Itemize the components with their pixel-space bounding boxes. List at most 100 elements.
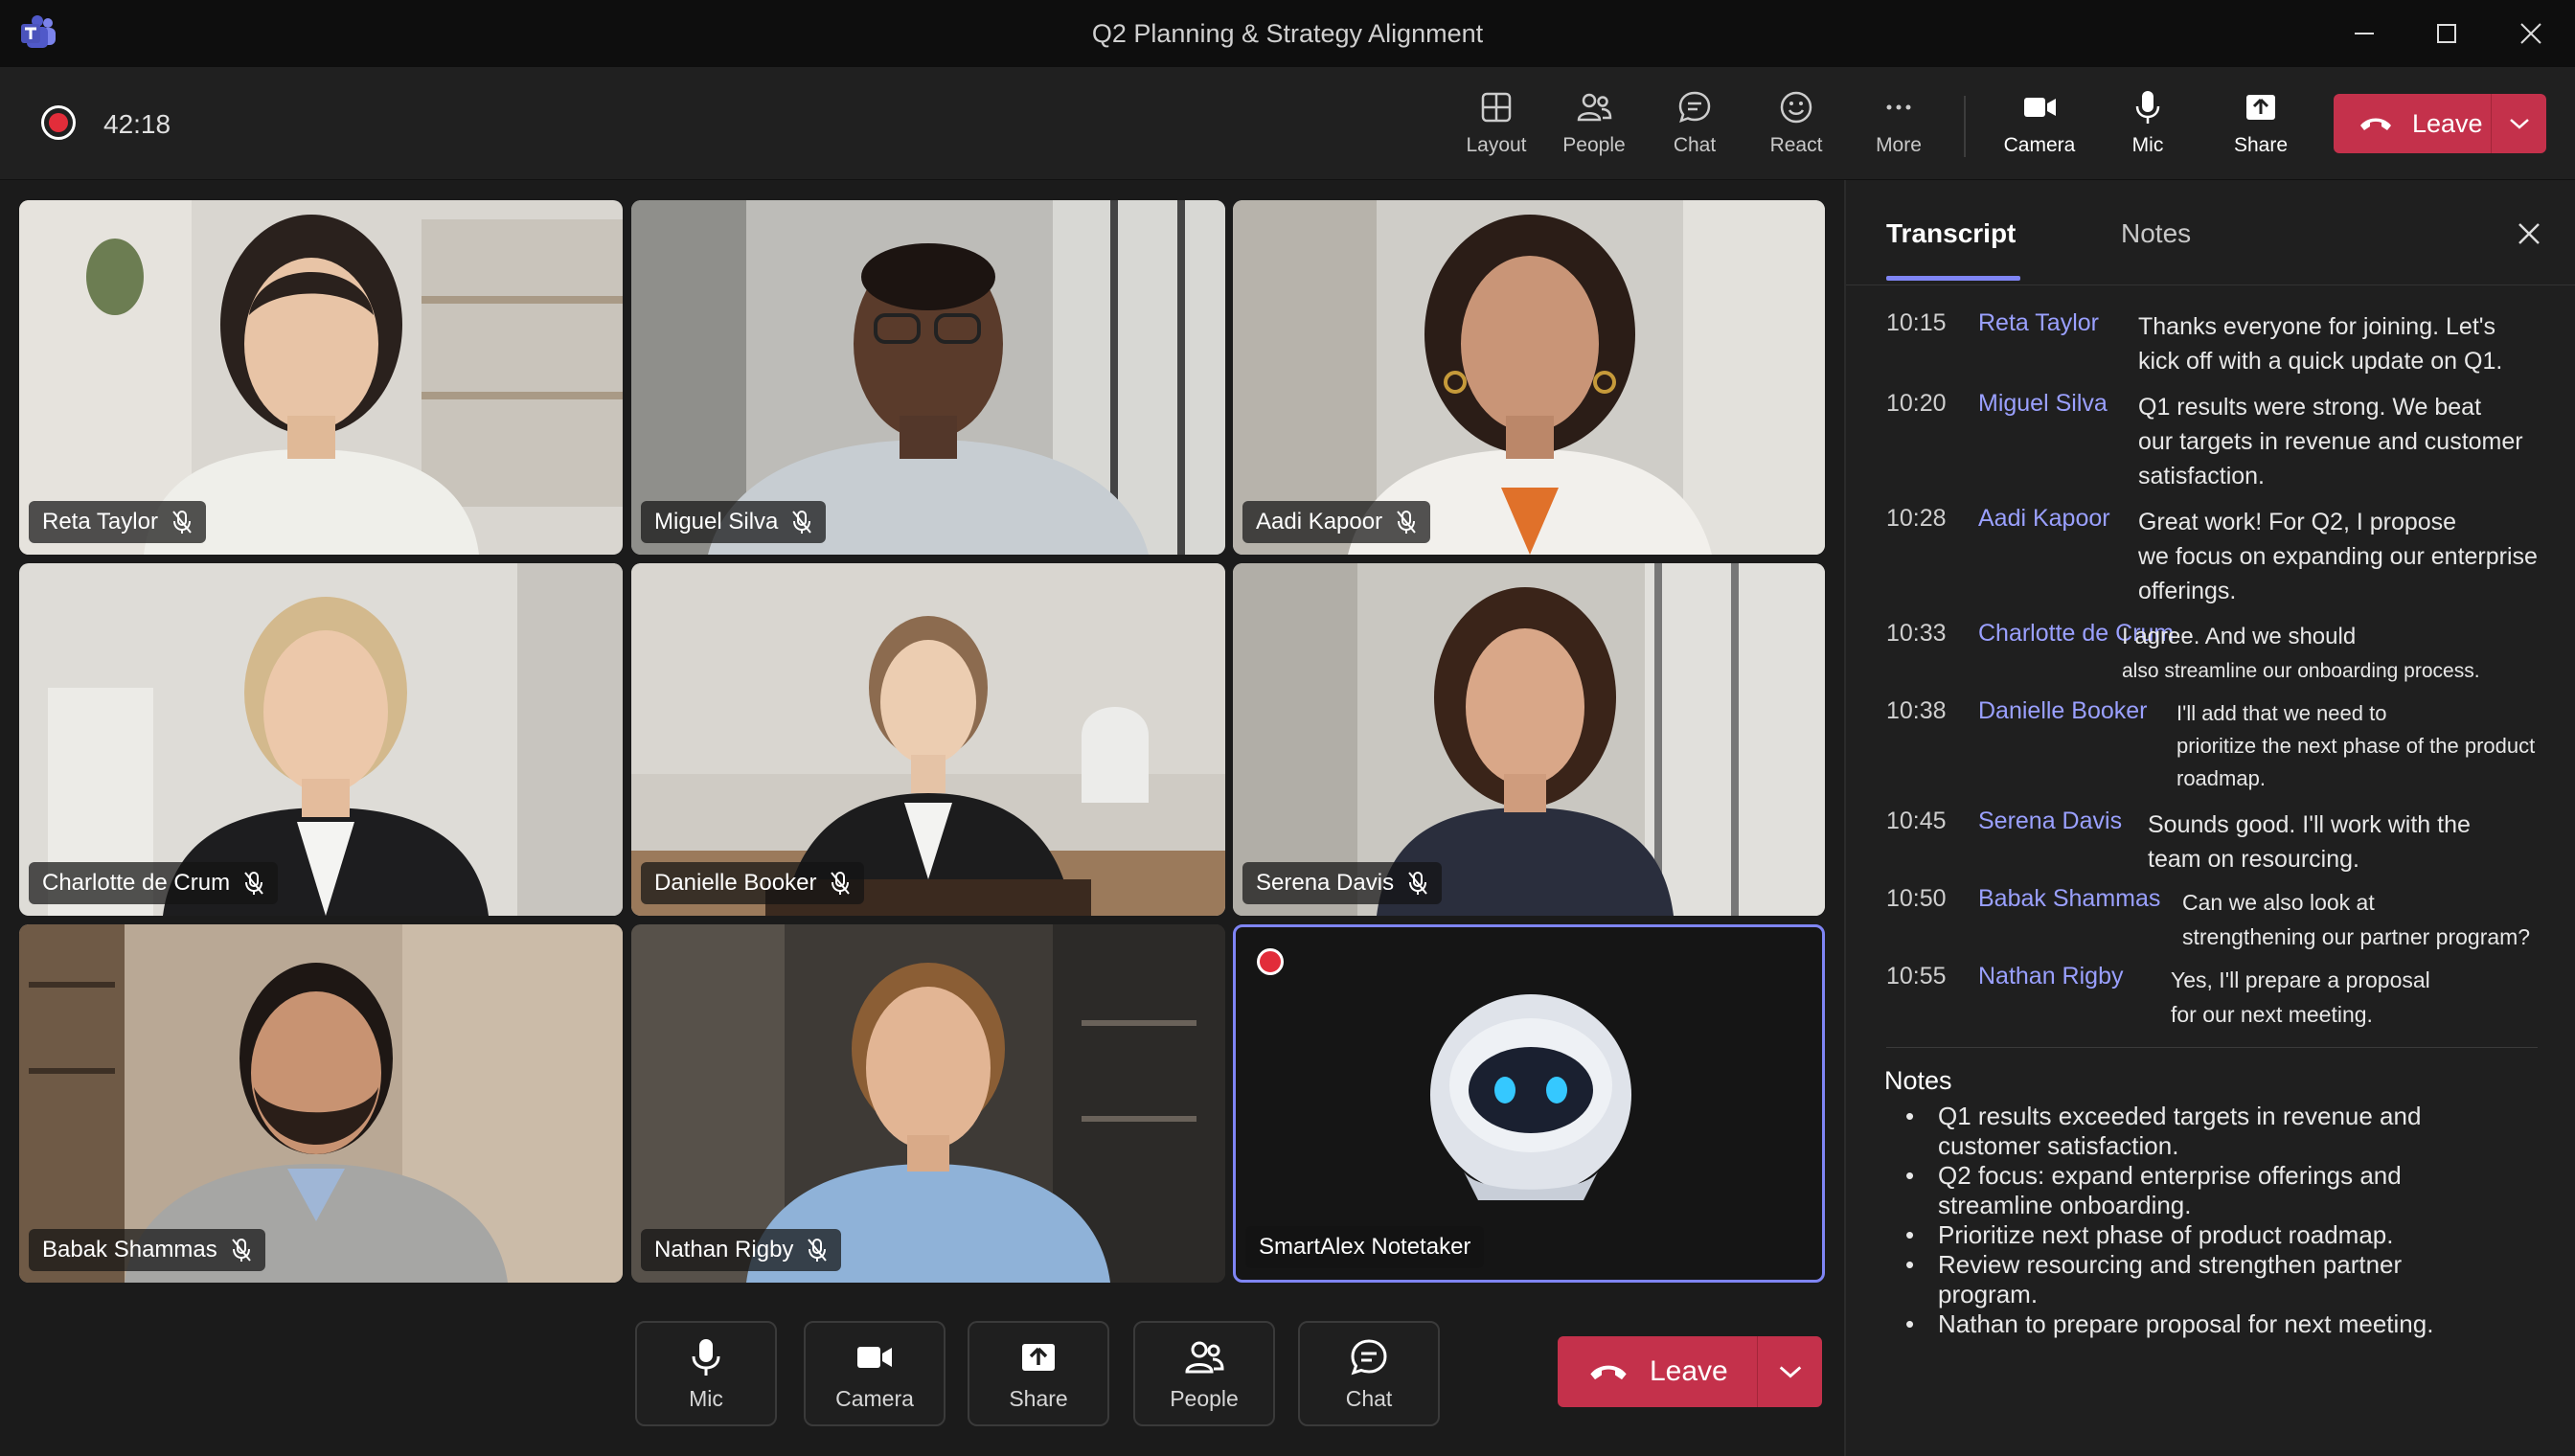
transcript-speaker[interactable]: Miguel Silva (1978, 390, 2108, 418)
transcript-line: Great work! For Q2, I propose (2138, 509, 2457, 535)
participant-name-tag: Nathan Rigby (641, 1229, 842, 1271)
transcript-line: our targets in revenue and customer (2138, 428, 2523, 455)
robot-avatar-icon (1430, 994, 1631, 1200)
transcript-speaker[interactable]: Danielle Booker (1978, 697, 2148, 725)
share-button[interactable]: Share (2213, 88, 2309, 165)
tab-transcript[interactable]: Transcript (1886, 218, 2016, 249)
react-button[interactable]: React (1748, 88, 1844, 165)
transcript-text: I agree. And we should also streamline o… (2122, 620, 2480, 689)
note-item: Nathan to prepare proposal for next meet… (1884, 1309, 2497, 1339)
video-tile[interactable]: Reta Taylor (19, 200, 623, 555)
bottom-mic-button[interactable]: Mic (635, 1321, 777, 1426)
leave-button[interactable]: Leave (2334, 94, 2546, 153)
bottom-people-label: People (1170, 1385, 1239, 1411)
transcript-speaker[interactable]: Serena Davis (1978, 808, 2122, 835)
bottom-camera-button[interactable]: Camera (804, 1321, 946, 1426)
bottom-share-button[interactable]: Share (968, 1321, 1109, 1426)
bottom-leave-label: Leave (1650, 1355, 1728, 1387)
transcript-line: Thanks everyone for joining. Let's (2138, 313, 2496, 340)
close-window-button[interactable] (2496, 10, 2565, 57)
participant-name-tag: Miguel Silva (641, 501, 827, 543)
bottom-chat-button[interactable]: Chat (1298, 1321, 1440, 1426)
transcript-speaker[interactable]: Nathan Rigby (1978, 963, 2123, 990)
video-tile[interactable]: Danielle Booker (631, 563, 1225, 916)
meeting-toolbar: 42:18 Layout People Chat React More Came… (0, 67, 2575, 180)
bottom-leave-main[interactable]: Leave (1558, 1336, 1757, 1407)
transcript-line: we focus on expanding our enterprise (2138, 543, 2538, 570)
participant-name: Reta Taylor (42, 509, 158, 535)
transcript-text: I'll add that we need to prioritize the … (2176, 697, 2535, 795)
layout-button[interactable]: Layout (1448, 88, 1544, 165)
people-button[interactable]: People (1546, 88, 1642, 165)
notes-heading: Notes (1884, 1066, 1952, 1095)
video-tile[interactable]: Serena Davis (1233, 563, 1825, 916)
notes-list: Q1 results exceeded targets in revenue a… (1884, 1102, 2497, 1339)
participant-name-tag: Charlotte de Crum (29, 862, 279, 904)
chat-icon (1351, 1338, 1387, 1375)
transcript-line: also streamline our onboarding process. (2122, 660, 2480, 682)
microphone-icon (2135, 91, 2160, 124)
microphone-icon (692, 1338, 720, 1376)
meeting-timer: 42:18 (103, 109, 171, 139)
active-tab-indicator (1886, 276, 2020, 281)
maximize-button[interactable] (2412, 10, 2481, 57)
minimize-button[interactable] (2330, 10, 2399, 57)
camera-label: Camera (2003, 134, 2076, 156)
mic-button[interactable]: Mic (2100, 88, 2196, 165)
mic-label: Mic (2131, 134, 2164, 156)
share-label: Share (2233, 134, 2289, 156)
chevron-down-icon (2509, 119, 2529, 129)
smiley-icon (1780, 91, 1812, 124)
title-bar: Q2 Planning & Strategy Alignment (0, 0, 2575, 67)
transcript-text: Q1 results were strong. We beat our targ… (2138, 390, 2523, 493)
transcript-text: Yes, I'll prepare a proposal for our nex… (2171, 963, 2430, 1032)
video-tile[interactable]: Aadi Kapoor (1233, 200, 1825, 555)
note-item: Prioritize next phase of product roadmap… (1884, 1220, 2497, 1250)
transcript-line: Q1 results were strong. We beat (2138, 394, 2482, 421)
transcript-line: prioritize the next phase of the product (2176, 734, 2536, 758)
bottom-leave-options-button[interactable] (1758, 1364, 1822, 1379)
transcript-speaker[interactable]: Aadi Kapoor (1978, 505, 2110, 533)
transcript-line: I'll add that we need to (2176, 701, 2387, 725)
teams-meeting-window: Q2 Planning & Strategy Alignment 42:18 L… (0, 0, 2575, 1456)
video-tile[interactable]: Babak Shammas (19, 924, 623, 1283)
bottom-leave-button[interactable]: Leave (1558, 1336, 1822, 1407)
camera-button[interactable]: Camera (1992, 88, 2087, 165)
transcript-line: offerings. (2138, 578, 2237, 604)
window-title: Q2 Planning & Strategy Alignment (1091, 19, 1484, 48)
close-panel-icon[interactable] (2512, 216, 2546, 251)
more-icon (1886, 104, 1911, 110)
participant-name-tag: Danielle Booker (641, 862, 865, 904)
transcript-speaker[interactable]: Babak Shammas (1978, 885, 2160, 913)
maximize-icon (2437, 24, 2456, 43)
video-tile[interactable]: Miguel Silva (631, 200, 1225, 555)
chat-icon (1678, 91, 1711, 124)
leave-options-button[interactable] (2492, 117, 2546, 130)
transcript-time: 10:33 (1886, 620, 1947, 647)
notetaker-tile[interactable]: SmartAlex Notetaker (1233, 924, 1825, 1283)
transcript-text: Sounds good. I'll work with the team on … (2148, 808, 2471, 876)
transcript-time: 10:50 (1886, 885, 1947, 912)
participant-name: Serena Davis (1256, 870, 1395, 896)
tab-notes[interactable]: Notes (2121, 218, 2191, 249)
bottom-chat-label: Chat (1345, 1385, 1393, 1411)
transcript-panel: Transcript Notes 10:15 Reta Taylor Thank… (1844, 180, 2575, 1456)
transcript-time: 10:45 (1886, 808, 1947, 834)
mic-muted-icon (244, 872, 263, 895)
react-label: React (1769, 134, 1823, 156)
video-tile[interactable]: Charlotte de Crum (19, 563, 623, 916)
transcript-text: Thanks everyone for joining. Let's kick … (2138, 309, 2502, 378)
participant-name: Babak Shammas (42, 1237, 217, 1263)
video-tile[interactable]: Nathan Rigby (631, 924, 1225, 1283)
bottom-people-button[interactable]: People (1133, 1321, 1275, 1426)
transcript-speaker[interactable]: Reta Taylor (1978, 309, 2099, 337)
chat-button[interactable]: Chat (1647, 88, 1743, 165)
panel-tabs: Transcript Notes (1846, 180, 2575, 285)
more-button[interactable]: More (1851, 88, 1947, 165)
transcript-time: 10:20 (1886, 390, 1947, 417)
participant-name-tag: Reta Taylor (29, 501, 206, 543)
bottom-share-label: Share (1009, 1385, 1068, 1411)
transcript-time: 10:55 (1886, 963, 1947, 990)
leave-main[interactable]: Leave (2334, 94, 2491, 153)
mic-muted-icon (831, 872, 851, 895)
